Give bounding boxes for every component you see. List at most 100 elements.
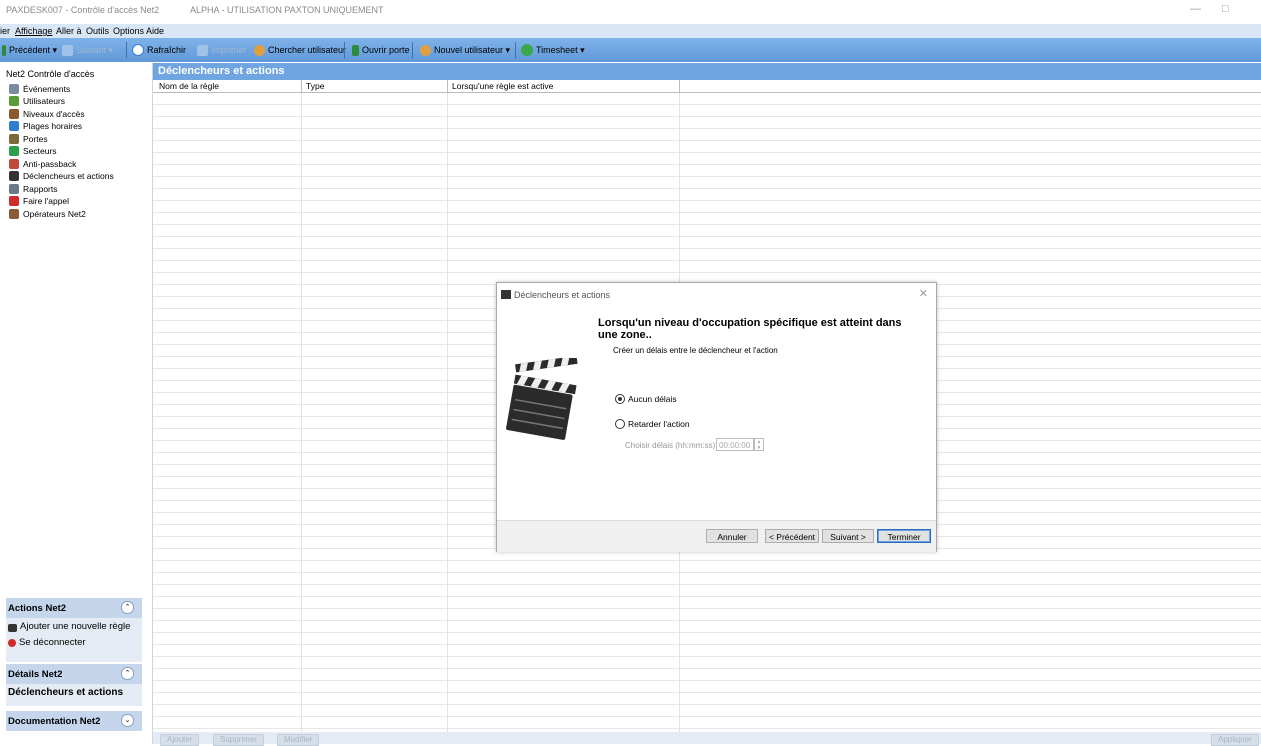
actions-panel-header[interactable]: Actions Net2 ⌃ [6,598,142,618]
column-header-rule-name[interactable]: Nom de la règle [159,81,219,91]
column-header-type[interactable]: Type [306,81,324,91]
refresh-button[interactable]: Rafraîchir [132,43,186,57]
anti-passback-icon [9,159,19,169]
delay-spinner[interactable]: ▲ ▼ [754,438,764,451]
actions-panel: Ajouter une nouvelle règle Se déconnecte… [6,618,142,662]
back-arrow-icon [2,44,6,56]
forward-button[interactable]: Suivant ▾ [62,43,113,57]
collapse-chevron-icon[interactable]: ⌃ [121,601,134,614]
dialog-footer: Annuler < Précédent Suivant > Terminer [497,520,936,552]
content-title: Déclencheurs et actions [158,65,285,77]
column-divider[interactable] [679,80,680,92]
sectors-icon [9,146,19,156]
delay-time-input[interactable]: 00:00:00 [716,438,754,451]
radio-indicator [615,419,625,429]
tree-item-timezones[interactable]: Plages horaires [9,120,82,132]
clapperboard-icon [9,171,19,181]
dialog-title: Déclencheurs et actions [514,290,611,300]
details-panel-header[interactable]: Détails Net2 ⌃ [6,664,142,684]
find-user-button[interactable]: Chercher utilisateur [254,43,346,57]
find-user-icon [254,44,265,56]
title-bar: PAXDESK007 - Contrôle d'accès Net2 ALPHA… [0,0,1261,22]
users-icon [9,96,19,106]
add-rule-action[interactable]: Ajouter une nouvelle règle [8,622,138,632]
delay-label: Choisir délais (hh:mm:ss) [625,441,716,450]
grid-column-line [301,93,302,732]
tree-item-roll-call[interactable]: Faire l'appel [9,195,69,207]
new-user-icon [420,44,431,56]
events-icon [9,84,19,94]
open-door-button[interactable]: Ouvrir porte [352,43,410,57]
details-value: Déclencheurs et actions [8,687,124,698]
operators-icon [9,209,19,219]
column-divider[interactable] [301,80,302,92]
logout-icon [8,638,16,647]
roll-call-icon [9,196,19,206]
access-levels-icon [9,109,19,119]
tree-item-anti-passback[interactable]: Anti-passback [9,158,76,170]
back-button[interactable]: Précédent ▾ [2,43,57,57]
forward-arrow-icon [62,44,73,56]
delay-action-radio[interactable]: Retarder l'action [615,419,690,429]
collapse-chevron-icon[interactable]: ⌃ [121,667,134,680]
window-subtitle: ALPHA - UTILISATION PAXTON UNIQUEMENT [190,5,384,15]
apply-button[interactable]: Appliquer [1211,734,1259,746]
table-header: Nom de la règle Type Lorsqu'une règle es… [153,80,1261,93]
clapperboard-illustration [506,358,578,440]
tree-item-reports[interactable]: Rapports [9,183,58,195]
refresh-icon [132,44,144,56]
documentation-panel-header[interactable]: Documentation Net2 ⌄ [6,711,142,731]
navigation-panel: Net2 Contrôle d'accès Événements Utilisa… [0,63,153,744]
menu-view[interactable]: Affichage [15,26,52,36]
content-header: Déclencheurs et actions [153,63,1261,80]
maximize-button[interactable]: □ [1222,3,1229,15]
column-divider[interactable] [447,80,448,92]
dialog-heading: Lorsqu'un niveau d'occupation spécifique… [598,317,902,341]
tree-root[interactable]: Net2 Contrôle d'accès [6,69,94,79]
timesheet-button[interactable]: Timesheet ▾ [521,43,585,57]
tree-item-operators[interactable]: Opérateurs Net2 [9,208,86,220]
tree-item-sectors[interactable]: Secteurs [9,145,57,157]
column-header-active[interactable]: Lorsqu'une règle est active [452,81,553,91]
next-button[interactable]: Suivant > [822,529,874,543]
timesheet-clock-icon [521,44,533,56]
new-user-button[interactable]: Nouvel utilisateur ▾ [420,43,510,57]
expand-chevron-icon[interactable]: ⌄ [121,714,134,727]
window-title: PAXDESK007 - Contrôle d'accès Net2 [6,5,160,15]
add-button[interactable]: Ajouter [160,734,200,746]
menu-options[interactable]: Options [113,26,144,36]
previous-button[interactable]: < Précédent [765,529,819,543]
clock-icon [9,121,19,131]
radio-selected-indicator [615,394,625,404]
no-delay-radio[interactable]: Aucun délais [615,394,677,404]
finish-button[interactable]: Terminer [877,529,931,543]
details-panel: Déclencheurs et actions [6,684,142,706]
edit-button[interactable]: Modifier [277,734,320,746]
tree-item-users[interactable]: Utilisateurs [9,95,65,107]
logout-action[interactable]: Se déconnecter [8,637,86,648]
toolbar-separator [126,42,127,58]
minimize-button[interactable]: — [1190,3,1201,15]
door-icon [352,44,359,56]
reports-icon [9,184,19,194]
toolbar-separator [344,42,345,58]
tree-item-access-levels[interactable]: Niveaux d'accès [9,108,85,120]
clapperboard-icon [8,624,17,632]
toolbar: Précédent ▾ Suivant ▾ Rafraîchir Imprime… [0,38,1261,62]
toolbar-separator [412,42,413,58]
menu-goto[interactable]: Aller à [56,26,82,36]
close-icon[interactable]: ✕ [919,287,928,300]
triggers-actions-dialog: Déclencheurs et actions ✕ Lorsqu'un nive… [496,282,937,552]
menu-help[interactable]: Aide [146,26,164,36]
menu-file[interactable]: ier [0,26,10,36]
toolbar-separator [515,42,516,58]
tree-item-doors[interactable]: Portes [9,133,48,145]
print-button[interactable]: Imprimer [197,43,247,57]
tree-item-triggers-actions[interactable]: Déclencheurs et actions [9,170,114,182]
delete-button[interactable]: Supprimer [213,734,264,746]
tree-item-events[interactable]: Événements [9,83,70,95]
menu-tools[interactable]: Outils [86,26,109,36]
dialog-subheading: Créer un délais entre le déclencheur et … [613,346,778,355]
cancel-button[interactable]: Annuler [706,529,758,543]
door-icon [9,134,19,144]
